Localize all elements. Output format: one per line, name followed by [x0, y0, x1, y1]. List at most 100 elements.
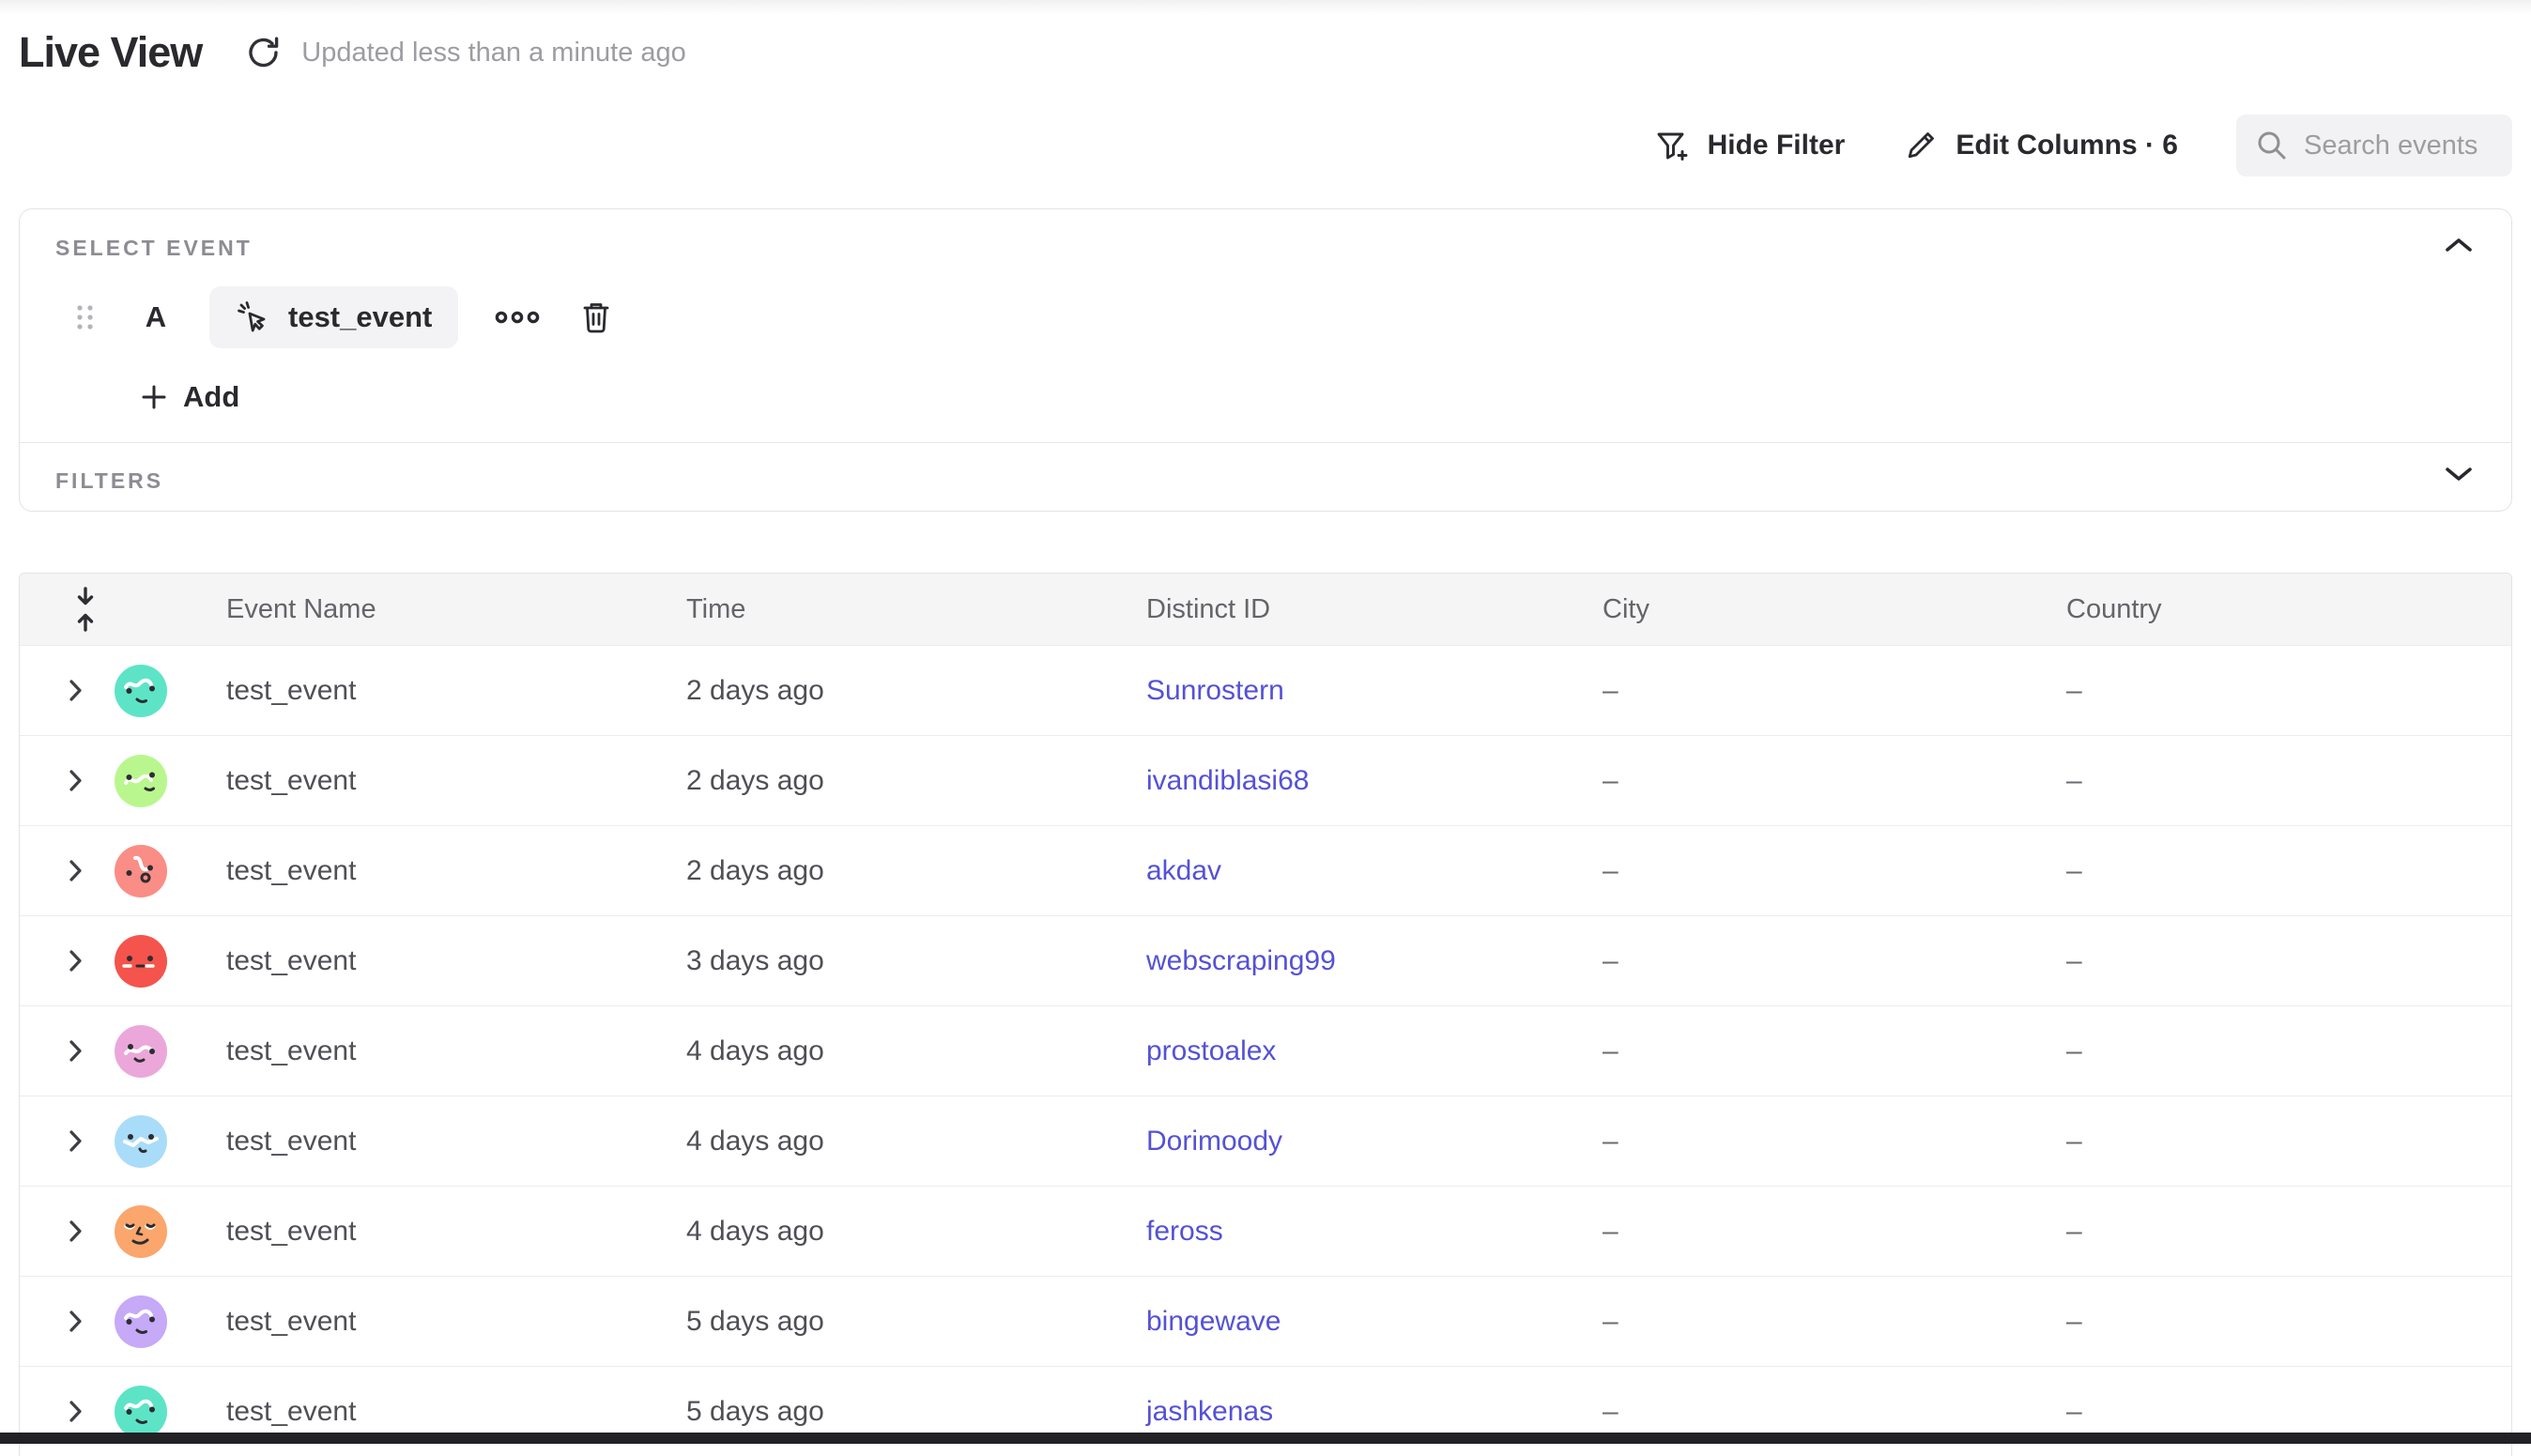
search-input[interactable] [2304, 130, 2492, 161]
section-divider [20, 442, 2511, 443]
collapse-section-button[interactable] [2444, 236, 2474, 254]
hide-filter-button[interactable]: Hide Filter [1653, 127, 1846, 164]
event-name-cell: test_event [226, 945, 686, 977]
ellipsis-icon [494, 309, 541, 326]
event-chip-label: test_event [288, 300, 432, 334]
edit-columns-button[interactable]: Edit Columns · 6 [1903, 128, 2178, 163]
add-event-button[interactable]: Add [140, 380, 239, 414]
city-cell: – [1603, 1035, 2066, 1067]
chevron-right-icon[interactable] [69, 949, 83, 973]
column-header-country[interactable]: Country [2066, 594, 2511, 625]
country-cell: – [2066, 765, 2511, 797]
avatar [115, 1205, 167, 1258]
table-row[interactable]: test_event 4 days ago Dorimoody – – [20, 1096, 2511, 1186]
filter-plus-icon [1653, 127, 1691, 164]
city-cell: – [1603, 1306, 2066, 1338]
distinct-id-link[interactable]: jashkenas [1146, 1396, 1273, 1427]
event-name-cell: test_event [226, 1035, 686, 1067]
country-cell: – [2066, 1126, 2511, 1157]
trash-icon [580, 299, 612, 335]
distinct-id-link[interactable]: bingewave [1146, 1306, 1281, 1337]
distinct-id-link[interactable]: Dorimoody [1146, 1126, 1282, 1157]
cursor-click-icon [236, 299, 271, 335]
table-row[interactable]: test_event 4 days ago feross – – [20, 1186, 2511, 1276]
avatar [115, 1386, 167, 1438]
city-cell: – [1603, 1216, 2066, 1248]
country-cell: – [2066, 1396, 2511, 1428]
event-selector-chip[interactable]: test_event [209, 286, 458, 348]
chevron-right-icon[interactable] [69, 769, 83, 792]
city-cell: – [1603, 855, 2066, 887]
refresh-icon [244, 33, 284, 72]
country-cell: – [2066, 945, 2511, 977]
distinct-id-link[interactable]: akdav [1146, 855, 1221, 886]
distinct-id-link[interactable]: prostoalex [1146, 1035, 1276, 1066]
search-icon [2255, 129, 2289, 162]
chevron-right-icon[interactable] [69, 1219, 83, 1243]
toolbar: Hide Filter Edit Columns · 6 [1653, 115, 2512, 176]
distinct-id-link[interactable]: ivandiblasi68 [1146, 765, 1309, 796]
column-header-event-name[interactable]: Event Name [226, 594, 686, 625]
drag-handle-icon[interactable] [74, 302, 97, 332]
time-cell: 2 days ago [686, 855, 1146, 887]
time-cell: 5 days ago [686, 1306, 1146, 1338]
time-cell: 3 days ago [686, 945, 1146, 977]
chevron-right-icon[interactable] [69, 1039, 83, 1063]
table-row[interactable]: test_event 2 days ago ivandiblasi68 – – [20, 735, 2511, 825]
hide-filter-label: Hide Filter [1708, 130, 1846, 161]
time-cell: 5 days ago [686, 1396, 1146, 1428]
column-header-distinct-id[interactable]: Distinct ID [1146, 594, 1603, 625]
city-cell: – [1603, 1396, 2066, 1428]
country-cell: – [2066, 1035, 2511, 1067]
avatar [115, 755, 167, 807]
event-row-letter: A [140, 300, 172, 334]
edit-columns-label: Edit Columns · 6 [1956, 130, 2178, 161]
table-row[interactable]: test_event 4 days ago prostoalex – – [20, 1005, 2511, 1096]
table-row[interactable]: test_event 5 days ago bingewave – – [20, 1276, 2511, 1366]
select-event-label: SELECT EVENT [55, 236, 253, 261]
chevron-down-icon [2444, 465, 2474, 483]
pencil-icon [1903, 128, 1939, 163]
chevron-right-icon[interactable] [69, 679, 83, 702]
avatar [115, 1115, 167, 1168]
avatar [115, 665, 167, 717]
event-options-button[interactable] [494, 309, 541, 326]
avatar [115, 845, 167, 897]
column-header-time[interactable]: Time [686, 594, 1146, 625]
refresh-button[interactable] [243, 32, 284, 73]
time-cell: 2 days ago [686, 675, 1146, 707]
event-name-cell: test_event [226, 675, 686, 707]
page-title: Live View [19, 28, 202, 77]
city-cell: – [1603, 675, 2066, 707]
chevron-right-icon[interactable] [69, 859, 83, 882]
table-row[interactable]: test_event 2 days ago Sunrostern – – [20, 645, 2511, 735]
bottom-edge-bar [0, 1433, 2531, 1444]
distinct-id-link[interactable]: webscraping99 [1146, 945, 1336, 976]
delete-event-button[interactable] [580, 299, 612, 335]
table-row[interactable]: test_event 2 days ago akdav – – [20, 825, 2511, 915]
search-box[interactable] [2236, 115, 2512, 176]
updated-status-text: Updated less than a minute ago [301, 38, 686, 69]
city-cell: – [1603, 1126, 2066, 1157]
time-cell: 4 days ago [686, 1216, 1146, 1248]
chevron-right-icon[interactable] [69, 1310, 83, 1333]
chevron-right-icon[interactable] [69, 1400, 83, 1423]
country-cell: – [2066, 675, 2511, 707]
avatar [115, 1295, 167, 1348]
column-header-city[interactable]: City [1603, 594, 2066, 625]
expand-filters-button[interactable] [2444, 465, 2474, 483]
table-row[interactable]: test_event 3 days ago webscraping99 – – [20, 915, 2511, 1005]
distinct-id-link[interactable]: Sunrostern [1146, 675, 1284, 706]
event-name-cell: test_event [226, 855, 686, 887]
distinct-id-link[interactable]: feross [1146, 1216, 1223, 1247]
chevron-up-icon [2444, 236, 2474, 254]
time-cell: 4 days ago [686, 1035, 1146, 1067]
top-edge-gradient [0, 0, 2531, 15]
plus-icon [140, 383, 168, 411]
events-table: Event Name Time Distinct ID City Country… [19, 573, 2512, 1456]
event-query-row: A test_event [74, 286, 612, 348]
collapse-all-rows-icon[interactable] [70, 586, 100, 633]
time-cell: 2 days ago [686, 765, 1146, 797]
event-name-cell: test_event [226, 1306, 686, 1338]
chevron-right-icon[interactable] [69, 1129, 83, 1153]
